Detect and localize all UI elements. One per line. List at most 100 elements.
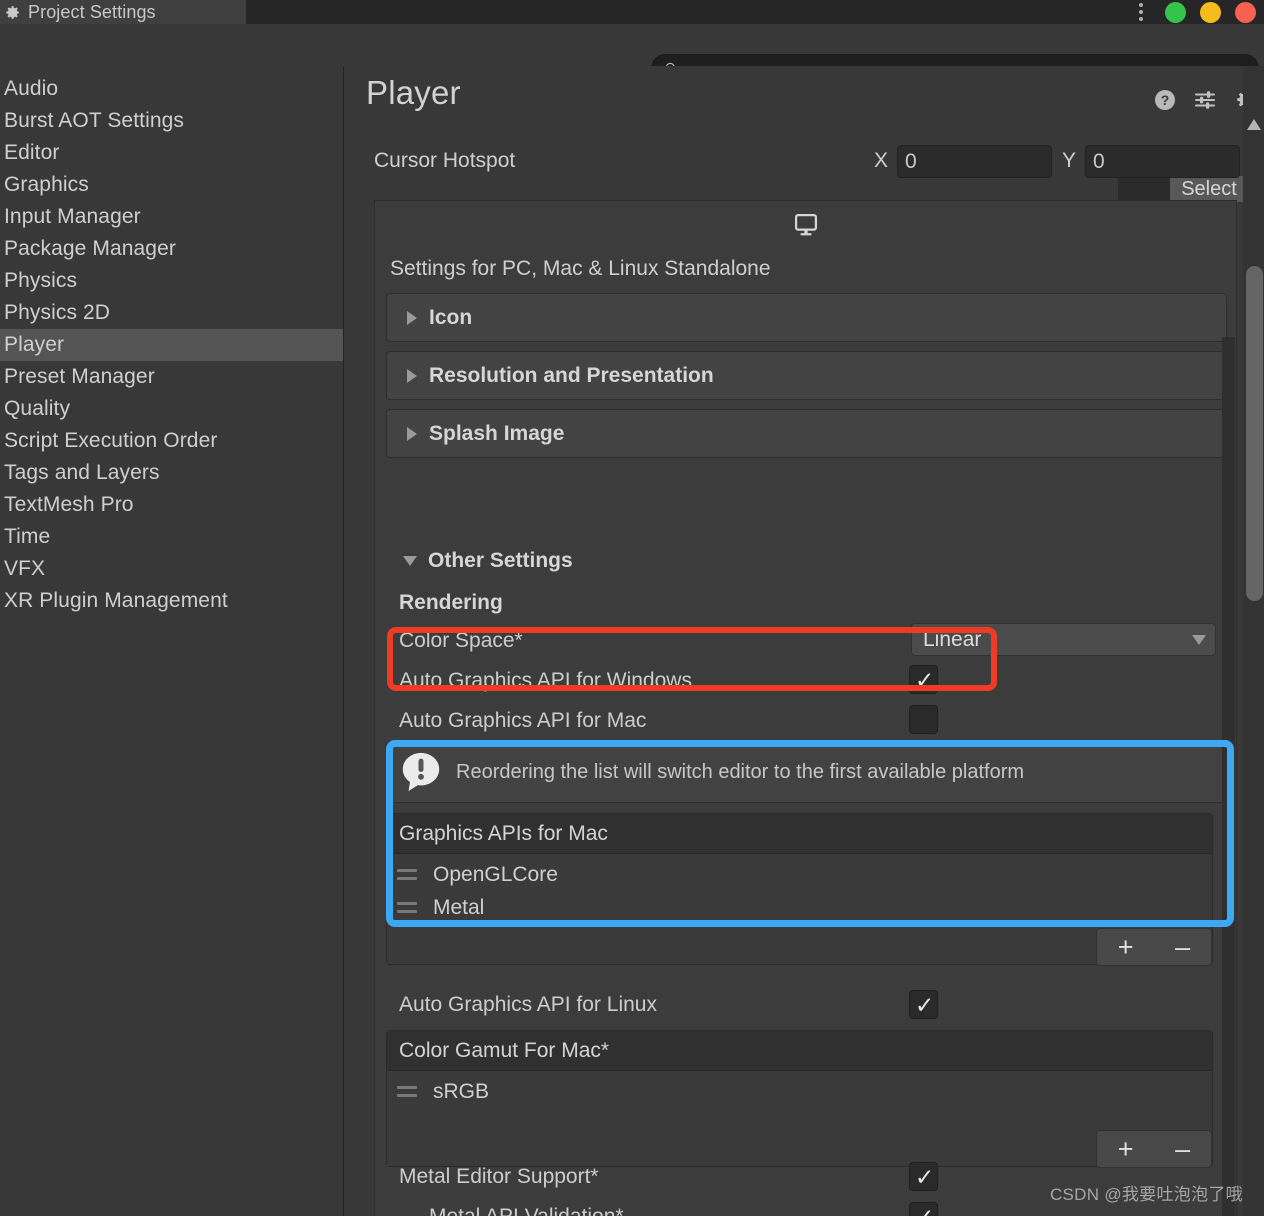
sidebar-item-physics-2d[interactable]: Physics 2D (0, 297, 343, 329)
color-space-value: Linear (923, 627, 982, 651)
sidebar-item-label: Audio (4, 77, 59, 100)
list-item[interactable]: Metal (387, 891, 1212, 924)
gear-icon (6, 5, 19, 19)
scrollbar-thumb[interactable] (1246, 266, 1263, 601)
section-rendering-label: Rendering (399, 591, 503, 614)
sidebar-item-preset-manager[interactable]: Preset Manager (0, 361, 343, 393)
tab-project-settings[interactable]: Project Settings (0, 0, 246, 24)
auto-graphics-api-linux-checkbox[interactable]: ✓ (909, 990, 938, 1019)
reorder-warning-helpbox: Reordering the list will switch editor t… (386, 741, 1227, 803)
check-icon: ✓ (915, 1205, 934, 1216)
foldout-other-settings[interactable]: Other Settings (403, 549, 573, 573)
list-footer: + – (387, 928, 1212, 966)
cursor-hotspot-label: Cursor Hotspot (374, 149, 516, 172)
metal-editor-support-label: Metal Editor Support* (399, 1165, 599, 1188)
sidebar-item-burst-aot-settings[interactable]: Burst AOT Settings (0, 105, 343, 137)
watermark-text: CSDN @我要吐泡泡了哦 (1049, 1185, 1243, 1204)
warning-speech-bubble-icon (402, 752, 440, 792)
sidebar-item-input-manager[interactable]: Input Manager (0, 201, 343, 233)
foldout-icon[interactable]: Icon (386, 293, 1227, 342)
auto-graphics-api-mac-label: Auto Graphics API for Mac (399, 709, 647, 732)
scroll-up-arrow-icon[interactable] (1247, 119, 1261, 130)
sidebar-item-script-execution-order[interactable]: Script Execution Order (0, 425, 343, 457)
sidebar-item-label: TextMesh Pro (4, 493, 134, 516)
sidebar-item-quality[interactable]: Quality (0, 393, 343, 425)
cursor-hotspot-y-input[interactable] (1085, 145, 1240, 178)
metal-api-validation-checkbox[interactable]: ✓ (909, 1202, 938, 1216)
sidebar-item-label: Burst AOT Settings (4, 109, 184, 132)
list-item[interactable]: OpenGLCore (387, 858, 1212, 891)
cursor-hotspot-x-input[interactable] (897, 145, 1052, 178)
main-vertical-scrollbar[interactable] (1243, 66, 1264, 1216)
cursor-hotspot-row: Cursor Hotspot X Y (345, 142, 1264, 182)
tab-label: Project Settings (28, 1, 156, 22)
chevron-right-icon (407, 426, 417, 441)
desktop-monitor-icon[interactable] (791, 211, 821, 239)
add-item-button[interactable]: + (1118, 1135, 1134, 1163)
sidebar-item-audio[interactable]: Audio (0, 73, 343, 105)
foldout-label: Icon (429, 305, 473, 329)
preset-icon[interactable] (1193, 88, 1217, 112)
auto-graphics-api-mac-checkbox[interactable] (909, 705, 938, 734)
sidebar-item-physics[interactable]: Physics (0, 265, 343, 297)
color-gamut-for-mac-header[interactable]: Color Gamut For Mac* (387, 1031, 1212, 1071)
sidebar-item-package-manager[interactable]: Package Manager (0, 233, 343, 265)
graphics-apis-for-mac-header[interactable]: Graphics APIs for Mac (387, 814, 1212, 854)
chevron-right-icon (407, 310, 417, 325)
maximize-button[interactable] (1165, 1, 1186, 23)
foldout-label: Splash Image (429, 421, 565, 445)
sidebar-item-label: Physics (4, 269, 78, 292)
chevron-right-icon (407, 368, 417, 383)
color-space-dropdown[interactable]: Linear (911, 623, 1216, 656)
metal-api-validation-label: Metal API Validation* (429, 1205, 624, 1216)
remove-item-button[interactable]: – (1175, 1135, 1190, 1163)
add-item-button[interactable]: + (1118, 933, 1134, 961)
chevron-down-icon (1192, 634, 1206, 645)
title-bar: Project Settings (0, 0, 1264, 24)
check-icon: ✓ (915, 667, 935, 693)
remove-item-button[interactable]: – (1175, 933, 1190, 961)
sidebar-item-label: Editor (4, 141, 60, 164)
foldout-label: Resolution and Presentation (429, 363, 714, 387)
foldout-resolution-and-presentation[interactable]: Resolution and Presentation (386, 351, 1227, 400)
sidebar-item-label: Tags and Layers (4, 461, 160, 484)
auto-graphics-api-windows-checkbox[interactable]: ✓ (909, 665, 938, 694)
sidebar-item-textmesh-pro[interactable]: TextMesh Pro (0, 489, 343, 521)
sidebar-item-tags-and-layers[interactable]: Tags and Layers (0, 457, 343, 489)
drag-handle-icon[interactable] (397, 902, 417, 913)
settings-category-sidebar: Audio Burst AOT Settings Editor Graphics… (0, 66, 344, 1216)
platform-settings-box: Settings for PC, Mac & Linux Standalone … (374, 200, 1237, 1216)
sidebar-item-label: XR Plugin Management (4, 589, 228, 612)
sidebar-item-graphics[interactable]: Graphics (0, 169, 343, 201)
sidebar-item-vfx[interactable]: VFX (0, 553, 343, 585)
metal-editor-support-checkbox[interactable]: ✓ (909, 1162, 938, 1191)
kebab-menu-icon[interactable] (1138, 2, 1143, 23)
graphics-apis-for-mac-list: Graphics APIs for Mac OpenGLCore Metal +… (386, 813, 1213, 966)
sidebar-item-time[interactable]: Time (0, 521, 343, 553)
drag-handle-icon[interactable] (397, 1086, 417, 1097)
inner-scrollbar-track[interactable] (1222, 337, 1235, 1216)
sidebar-item-label: Physics 2D (4, 301, 111, 324)
list-item[interactable]: sRGB (387, 1075, 1212, 1108)
cursor-hotspot-x-label: X (874, 149, 889, 172)
help-icon[interactable]: ? (1153, 88, 1177, 112)
sidebar-item-editor[interactable]: Editor (0, 137, 343, 169)
list-item-label: Metal (433, 895, 485, 919)
auto-graphics-api-windows-label: Auto Graphics API for Windows (399, 669, 692, 692)
svg-text:?: ? (1161, 92, 1170, 108)
foldout-label: Other Settings (428, 549, 573, 572)
sidebar-item-xr-plugin-management[interactable]: XR Plugin Management (0, 585, 343, 617)
player-settings-panel: Player ? Select Cursor Hotspot X 0 Y 0 S… (345, 66, 1264, 1216)
chevron-down-icon (403, 556, 417, 566)
sidebar-item-label: Script Execution Order (4, 429, 218, 452)
drag-handle-icon[interactable] (397, 869, 417, 880)
close-button[interactable] (1235, 1, 1256, 23)
search-bar-strip (0, 24, 1264, 83)
panel-header-icons: ? (1153, 88, 1257, 112)
sidebar-item-label: Quality (4, 397, 71, 420)
sidebar-item-player[interactable]: Player (0, 329, 343, 361)
minimize-button[interactable] (1200, 1, 1221, 23)
color-gamut-for-mac-list: Color Gamut For Mac* sRGB + – (386, 1030, 1213, 1168)
platform-caption: Settings for PC, Mac & Linux Standalone (390, 257, 771, 280)
foldout-splash-image[interactable]: Splash Image (386, 409, 1227, 458)
